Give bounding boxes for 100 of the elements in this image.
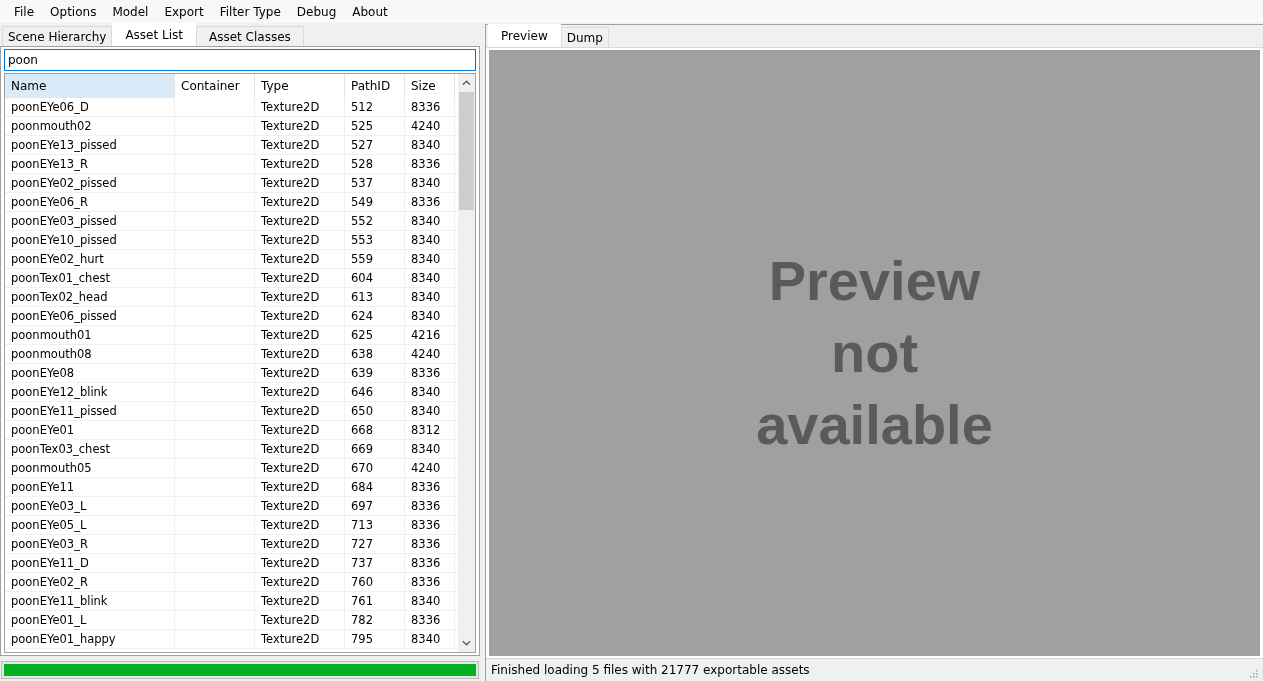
tab[interactable]: Scene Hierarchy bbox=[2, 26, 113, 46]
table-cell: 512 bbox=[351, 100, 373, 114]
tab[interactable]: Asset List bbox=[112, 23, 196, 46]
table-cell: 8340 bbox=[411, 442, 441, 456]
table-cell: Texture2D bbox=[261, 480, 320, 494]
tab[interactable]: Dump bbox=[560, 27, 609, 47]
scroll-up-icon[interactable] bbox=[462, 80, 471, 86]
table-cell: Texture2D bbox=[261, 119, 320, 133]
menu-item[interactable]: Export bbox=[156, 4, 212, 19]
resize-grip-icon[interactable] bbox=[1249, 669, 1258, 678]
menu-item[interactable]: Filter Type bbox=[211, 4, 289, 19]
table-cell: Texture2D bbox=[261, 157, 320, 171]
table-cell: Texture2D bbox=[261, 461, 320, 475]
table-cell: Texture2D bbox=[261, 575, 320, 589]
table-cell: 537 bbox=[351, 176, 373, 190]
status-text: Finished loading 5 files with 21777 exportable assets bbox=[491, 663, 810, 677]
table-cell: poonEYe12_blink bbox=[11, 385, 108, 399]
table-cell: 668 bbox=[351, 423, 373, 437]
search-field[interactable]: poon bbox=[4, 49, 476, 71]
menu-item[interactable]: Debug bbox=[288, 4, 345, 19]
menu-item[interactable]: About bbox=[344, 4, 396, 19]
table-cell: 684 bbox=[351, 480, 373, 494]
table-cell: 737 bbox=[351, 556, 373, 570]
table-cell: 697 bbox=[351, 499, 373, 513]
table-cell: 4240 bbox=[411, 347, 441, 361]
table-cell: Texture2D bbox=[261, 347, 320, 361]
table-cell: 549 bbox=[351, 195, 373, 209]
table-cell: poonEYe02_hurt bbox=[11, 252, 104, 266]
menu-item[interactable]: Options bbox=[42, 4, 105, 19]
table-cell: Texture2D bbox=[261, 328, 320, 342]
table-cell: Texture2D bbox=[261, 385, 320, 399]
table-cell: Texture2D bbox=[261, 366, 320, 380]
table-cell: 795 bbox=[351, 632, 373, 646]
table-cell: 8340 bbox=[411, 309, 441, 323]
table-cell: Texture2D bbox=[261, 309, 320, 323]
table-cell: 8336 bbox=[411, 366, 441, 380]
table-cell: Texture2D bbox=[261, 271, 320, 285]
table-cell: poonEYe03_L bbox=[11, 499, 87, 513]
table-cell: poonmouth01 bbox=[11, 328, 92, 342]
table-cell: poonmouth08 bbox=[11, 347, 92, 361]
table-cell: 604 bbox=[351, 271, 373, 285]
table-cell: Texture2D bbox=[261, 176, 320, 190]
table-cell: poonEYe02_R bbox=[11, 575, 88, 589]
table-cell: 782 bbox=[351, 613, 373, 627]
table-cell: poonEYe03_pissed bbox=[11, 214, 117, 228]
table-cell: poonEYe13_R bbox=[11, 157, 88, 171]
column-header[interactable]: Name bbox=[5, 74, 175, 98]
table-cell: poonEYe03_R bbox=[11, 537, 88, 551]
table-cell: 639 bbox=[351, 366, 373, 380]
table-cell: Texture2D bbox=[261, 195, 320, 209]
table-cell: 8340 bbox=[411, 252, 441, 266]
table-cell: 8336 bbox=[411, 499, 441, 513]
tab[interactable]: Preview bbox=[488, 24, 561, 47]
table-cell: 552 bbox=[351, 214, 373, 228]
table-cell: poonEYe11_pissed bbox=[11, 404, 117, 418]
preview-message: Preview not available bbox=[755, 248, 994, 458]
scrollbar[interactable] bbox=[458, 74, 475, 652]
table-cell: Texture2D bbox=[261, 404, 320, 418]
table-cell: poonEYe06_R bbox=[11, 195, 88, 209]
table-cell: Texture2D bbox=[261, 290, 320, 304]
table-cell: poonEYe10_pissed bbox=[11, 233, 117, 247]
table-cell: 527 bbox=[351, 138, 373, 152]
table-cell: poonEYe06_D bbox=[11, 100, 89, 114]
table-cell: 4240 bbox=[411, 119, 441, 133]
table-cell: 8340 bbox=[411, 632, 441, 646]
menu-item[interactable]: File bbox=[6, 4, 43, 19]
table-cell: Texture2D bbox=[261, 594, 320, 608]
table-cell: 613 bbox=[351, 290, 373, 304]
scroll-down-icon[interactable] bbox=[462, 640, 471, 646]
table-cell: 8336 bbox=[411, 480, 441, 494]
table-cell: 761 bbox=[351, 594, 373, 608]
table-cell: poonEYe06_pissed bbox=[11, 309, 117, 323]
table-cell: Texture2D bbox=[261, 556, 320, 570]
table-cell: 8336 bbox=[411, 157, 441, 171]
table-cell: 8336 bbox=[411, 575, 441, 589]
table-cell: poonEYe02_pissed bbox=[11, 176, 117, 190]
tab[interactable]: Asset Classes bbox=[196, 26, 304, 46]
table-cell: Texture2D bbox=[261, 442, 320, 456]
table-cell: Texture2D bbox=[261, 214, 320, 228]
menu-item[interactable]: Model bbox=[104, 4, 157, 19]
table-cell: 713 bbox=[351, 518, 373, 532]
table-cell: 8336 bbox=[411, 100, 441, 114]
table-cell: 8340 bbox=[411, 404, 441, 418]
table-cell: poonTex02_head bbox=[11, 290, 108, 304]
scrollbar-thumb[interactable] bbox=[459, 92, 474, 210]
table-cell: 8340 bbox=[411, 594, 441, 608]
table-cell: poonEYe13_pissed bbox=[11, 138, 117, 152]
table-cell: 8336 bbox=[411, 537, 441, 551]
table-cell: 8340 bbox=[411, 138, 441, 152]
table-cell: 528 bbox=[351, 157, 373, 171]
table-cell: 625 bbox=[351, 328, 373, 342]
table-cell: 8336 bbox=[411, 518, 441, 532]
table-cell: 669 bbox=[351, 442, 373, 456]
table-cell: 8340 bbox=[411, 290, 441, 304]
table-cell: 646 bbox=[351, 385, 373, 399]
table-cell: 8340 bbox=[411, 176, 441, 190]
table-cell: poonTex03_chest bbox=[11, 442, 110, 456]
table-cell: 8312 bbox=[411, 423, 441, 437]
table-cell: 8340 bbox=[411, 385, 441, 399]
table-cell: poonmouth05 bbox=[11, 461, 92, 475]
